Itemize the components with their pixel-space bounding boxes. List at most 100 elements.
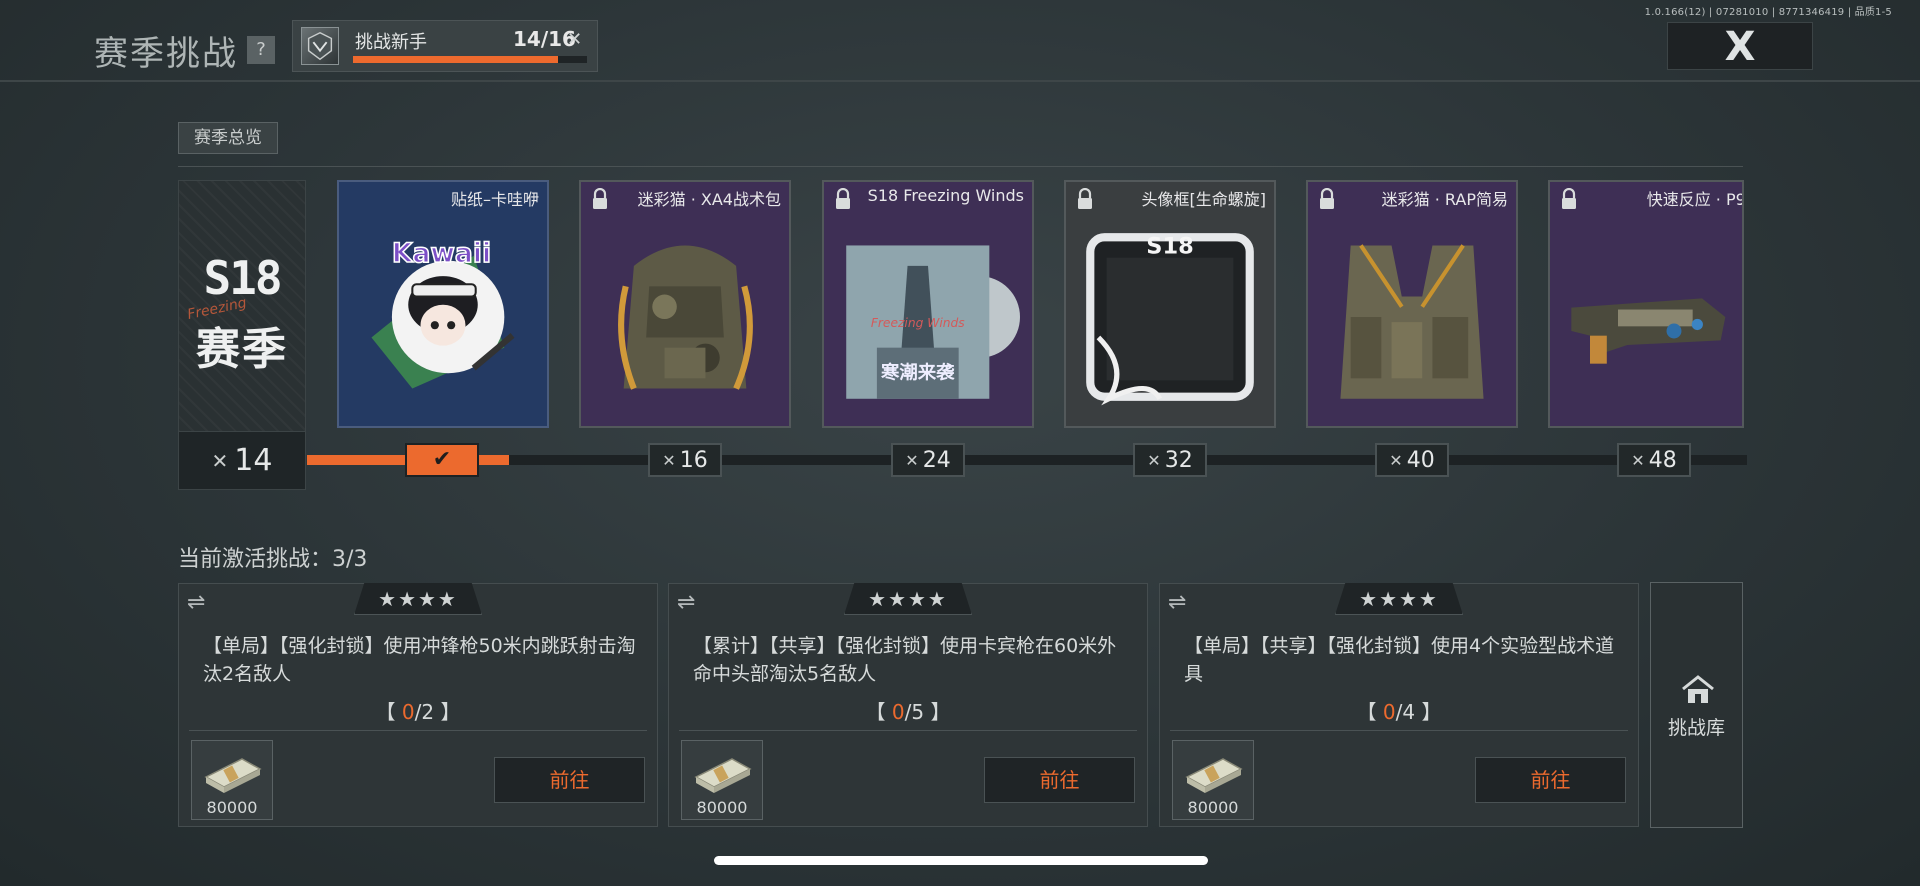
milestone-48: ✕ 48 xyxy=(1617,443,1691,477)
close-button[interactable]: X xyxy=(1667,22,1813,70)
lock-icon xyxy=(1562,188,1576,209)
challenge-card: ⇌ ★★★★ 【单局】【强化封锁】使用冲锋枪50米内跳跃射击淘汰2名敌人 【 0… xyxy=(178,583,658,827)
star-x-icon: ✕ xyxy=(662,450,676,470)
card-subtitle-text: 寒潮来袭 xyxy=(880,361,955,383)
vest-art xyxy=(1320,222,1504,412)
overview-divider xyxy=(178,166,1743,167)
milestone-value: 48 xyxy=(1648,447,1677,473)
cash-amount: 80000 xyxy=(206,798,258,817)
home-indicator[interactable] xyxy=(714,856,1208,865)
star-x-icon: ✕ xyxy=(1147,450,1161,470)
milestone-value: 16 xyxy=(679,447,708,473)
go-button[interactable]: 前往 xyxy=(984,757,1135,803)
progress-current: 0 xyxy=(1382,700,1396,724)
challenge-divider xyxy=(1170,730,1628,731)
difficulty-stars: ★★★★ xyxy=(1335,583,1463,615)
reward-card-sticker[interactable]: 贴纸–卡哇咿 Kawaii xyxy=(337,180,549,428)
season-label: 赛季 xyxy=(196,324,288,375)
swap-icon[interactable]: ⇌ xyxy=(187,590,205,615)
cash-amount: 80000 xyxy=(1187,798,1239,817)
go-button[interactable]: 前往 xyxy=(494,757,645,803)
reward-card-p90[interactable]: 快速反应 · P90 xyxy=(1548,180,1744,428)
reward-name: 头像框[生命螺旋] xyxy=(1141,190,1267,209)
milestone-16: ✕ 16 xyxy=(648,443,722,477)
progress-total: /4 xyxy=(1395,700,1416,724)
reward-name: 迷彩猫 · XA4战术包 xyxy=(637,190,781,209)
claimed-check-marker: ✔ xyxy=(405,443,479,477)
progress-bracket-open: 【 xyxy=(375,700,402,724)
challenge-divider xyxy=(679,730,1137,731)
rank-progress-bar xyxy=(353,56,587,63)
challenge-divider xyxy=(189,730,647,731)
backpack-art xyxy=(593,222,777,412)
progress-total: /5 xyxy=(904,700,925,724)
page-title: 赛季挑战 xyxy=(94,34,238,74)
star-x-icon: ✕ xyxy=(905,450,919,470)
challenge-progress: 【 0/5 】 xyxy=(669,696,1147,725)
challenge-library-button[interactable]: 挑战库 xyxy=(1650,582,1743,828)
difficulty-stars: ★★★★ xyxy=(844,583,972,615)
star-x-icon: ✕ xyxy=(1631,450,1645,470)
reward-card-backpack[interactable]: 迷彩猫 · XA4战术包 xyxy=(579,180,791,428)
star-x-icon: ✕ xyxy=(1389,450,1403,470)
star-x-icon: ✕ xyxy=(211,448,229,473)
challenge-card: ⇌ ★★★★ 【累计】【共享】【强化封锁】使用卡宾枪在60米外命中头部淘汰5名敌… xyxy=(668,583,1148,827)
go-button[interactable]: 前往 xyxy=(1475,757,1626,803)
rank-progress-fill xyxy=(353,56,558,63)
swap-icon[interactable]: ⇌ xyxy=(1168,590,1186,615)
progress-total: /2 xyxy=(414,700,435,724)
avatar-frame-art: S18 xyxy=(1078,222,1262,412)
season-overview-tab[interactable]: 赛季总览 xyxy=(178,122,278,154)
challenge-progress: 【 0/2 】 xyxy=(179,696,657,725)
active-challenges-title: 当前激活挑战：3/3 xyxy=(178,547,368,572)
cash-reward: 80000 xyxy=(191,740,273,820)
milestone-40: ✕ 40 xyxy=(1375,443,1449,477)
card-title-text: Freezing Winds xyxy=(871,316,965,330)
reward-name: S18 Freezing Winds xyxy=(867,186,1024,205)
season-progress-track xyxy=(307,455,1747,465)
home-icon xyxy=(1682,675,1714,703)
version-text: 1.0.166(12) | 07281010 | 8771346419 | 品质… xyxy=(1644,7,1892,18)
lock-icon xyxy=(836,188,850,209)
challenge-description: 【单局】【强化封锁】使用冲锋枪50米内跳跃射击淘汰2名敌人 xyxy=(203,635,636,685)
header-divider xyxy=(0,80,1920,82)
swap-icon[interactable]: ⇌ xyxy=(677,590,695,615)
lock-icon xyxy=(1078,188,1092,209)
reward-name: 迷彩猫 · RAP简易 xyxy=(1381,190,1508,209)
lock-icon xyxy=(593,188,607,209)
reward-name: 贴纸–卡哇咿 xyxy=(450,190,539,209)
progress-current: 0 xyxy=(891,700,905,724)
reward-card-freezing-winds[interactable]: S18 Freezing Winds Freezing Winds 寒潮来袭 xyxy=(822,180,1034,428)
challenge-library-label: 挑战库 xyxy=(1667,717,1725,739)
sticker-art: Kawaii xyxy=(351,222,535,412)
reward-card-avatar-frame[interactable]: 头像框[生命螺旋] S18 xyxy=(1064,180,1276,428)
season-stars-value: 14 xyxy=(234,443,273,478)
progress-bracket-open: 【 xyxy=(865,700,892,724)
cash-bundle-icon xyxy=(1185,758,1243,793)
progress-bracket-close: 】 xyxy=(434,700,461,724)
difficulty-stars: ★★★★ xyxy=(354,583,482,615)
rank-panel[interactable]: 挑战新手 14/16 ✕ xyxy=(292,20,598,72)
lock-icon xyxy=(1320,188,1334,209)
star-x-icon: ✕ xyxy=(567,29,583,50)
challenge-description: 【累计】【共享】【强化封锁】使用卡宾枪在60米外命中头部淘汰5名敌人 xyxy=(693,635,1117,685)
milestone-32: ✕ 32 xyxy=(1133,443,1207,477)
reward-card-vest[interactable]: 迷彩猫 · RAP简易 xyxy=(1306,180,1518,428)
challenge-card: ⇌ ★★★★ 【单局】【共享】【强化封锁】使用4个实验型战术道具 【 0/4 】… xyxy=(1159,583,1639,827)
cash-reward: 80000 xyxy=(1172,740,1254,820)
milestone-value: 40 xyxy=(1406,447,1435,473)
cash-bundle-icon xyxy=(694,758,752,793)
progress-bracket-close: 】 xyxy=(924,700,951,724)
reward-name: 快速反应 · P90 xyxy=(1646,190,1742,209)
freezing-winds-art: Freezing Winds 寒潮来袭 xyxy=(836,222,1020,412)
progress-current: 0 xyxy=(401,700,415,724)
cash-bundle-icon xyxy=(204,758,262,793)
season-card: S18 Freezing 赛季 ✕ 14 xyxy=(178,180,306,490)
help-button[interactable]: ? xyxy=(247,36,275,64)
p90-art xyxy=(1562,222,1730,412)
challenge-description: 【单局】【共享】【强化封锁】使用4个实验型战术道具 xyxy=(1184,635,1615,685)
progress-bracket-close: 】 xyxy=(1415,700,1442,724)
rank-name: 挑战新手 xyxy=(355,32,427,53)
milestone-value: 24 xyxy=(922,447,951,473)
cash-reward: 80000 xyxy=(681,740,763,820)
